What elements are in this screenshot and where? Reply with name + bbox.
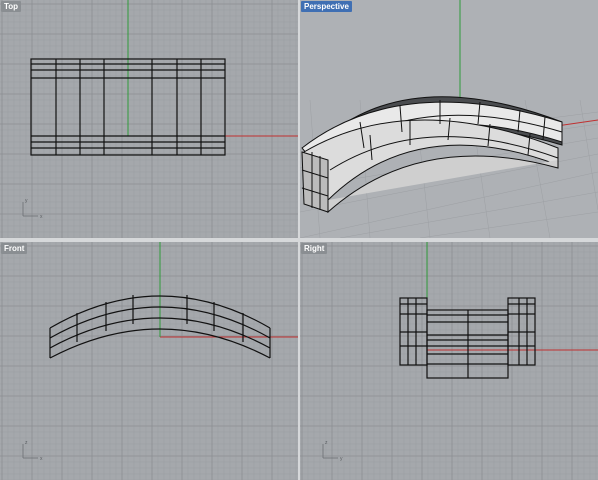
front-view-canvas[interactable]: z x xyxy=(0,242,298,480)
viewport-splitter-horizontal[interactable] xyxy=(0,238,598,242)
axis-gizmo-v-label: z xyxy=(325,440,328,446)
viewport-title-right[interactable]: Right xyxy=(301,243,328,254)
axis-gizmo-h-label: y xyxy=(340,456,343,462)
arch-bridge-model xyxy=(301,96,563,214)
grid-major xyxy=(0,0,298,238)
viewport-title-front[interactable]: Front xyxy=(1,243,28,254)
grid-major xyxy=(0,242,298,480)
perspective-view-canvas[interactable] xyxy=(300,0,598,238)
viewport-right[interactable]: Right z y xyxy=(300,242,598,480)
axis-gizmo-v-label: y xyxy=(25,198,28,204)
grid-major xyxy=(300,242,598,480)
top-view-canvas[interactable]: y x xyxy=(0,0,298,238)
right-view-canvas[interactable]: z y xyxy=(300,242,598,480)
viewport-title-top[interactable]: Top xyxy=(1,1,22,12)
axis-gizmo-v-label: z xyxy=(25,440,28,446)
grid-minor xyxy=(0,242,298,480)
viewport-perspective[interactable]: Perspective xyxy=(300,0,598,238)
grid-minor xyxy=(300,242,598,480)
viewport-front[interactable]: Front z x xyxy=(0,242,298,480)
viewport-title-perspective[interactable]: Perspective xyxy=(301,1,352,12)
grid-minor xyxy=(0,0,298,238)
axis-gizmo-h-label: x xyxy=(40,456,43,462)
axis-gizmo-h-label: x xyxy=(40,214,43,220)
viewport-top[interactable]: Top y x xyxy=(0,0,298,238)
